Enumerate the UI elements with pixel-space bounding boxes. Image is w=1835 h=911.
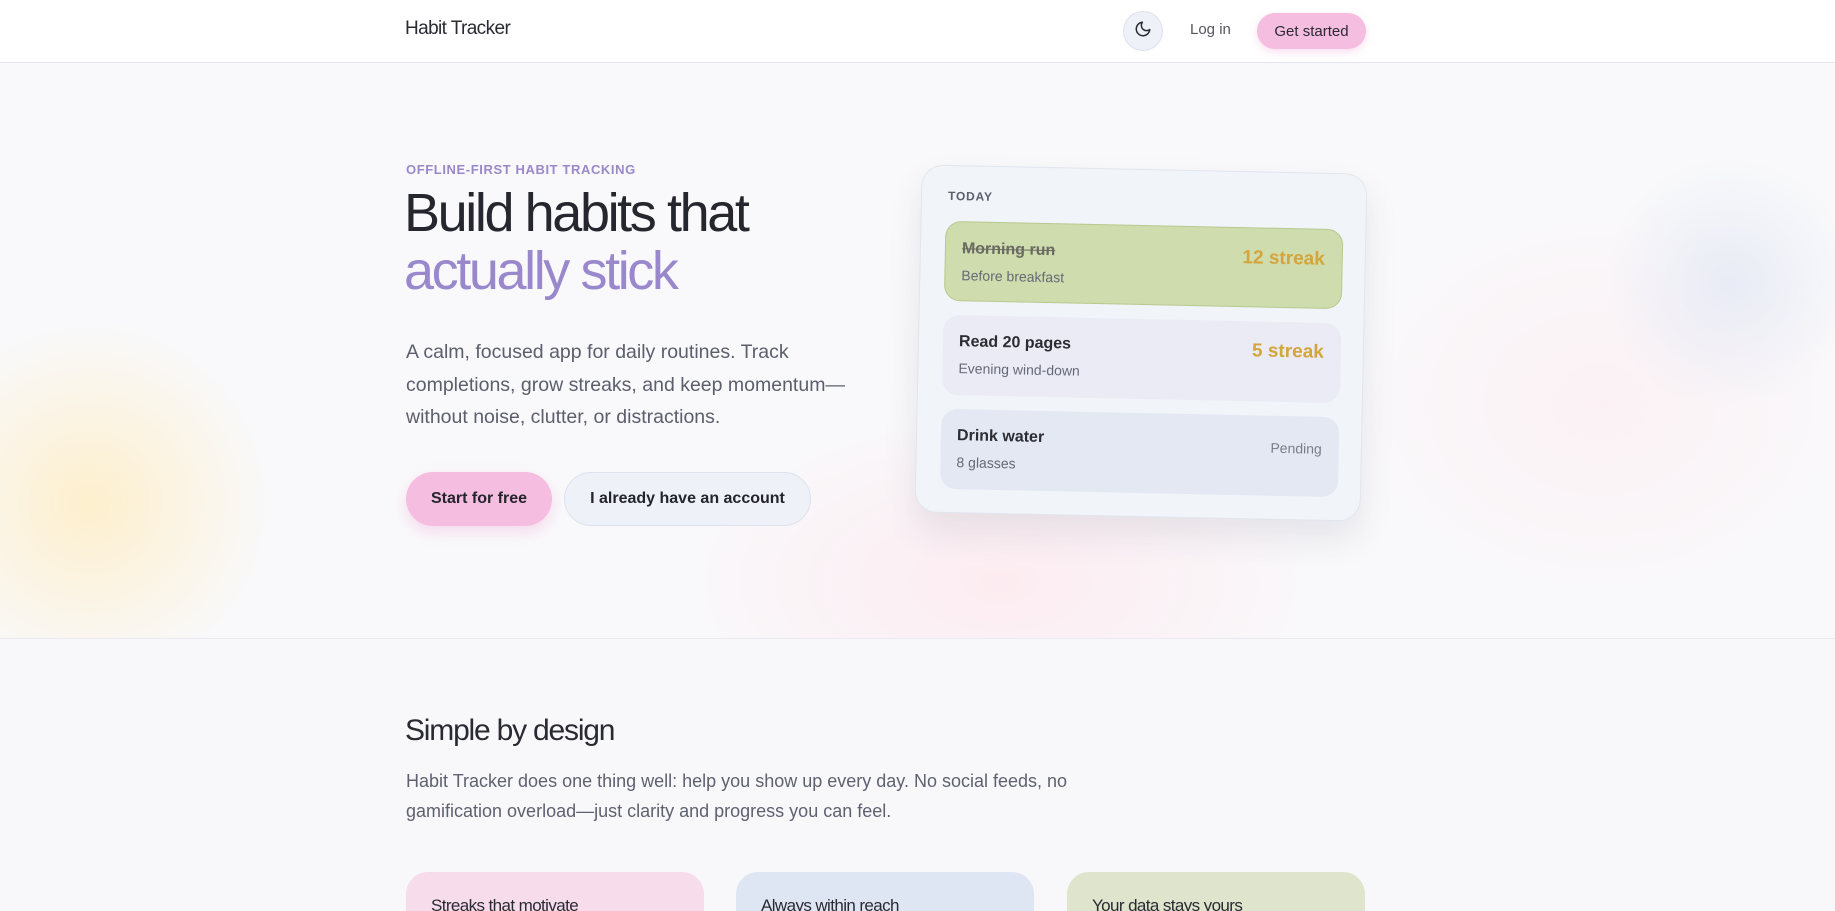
have-account-button[interactable]: I already have an account <box>564 472 811 526</box>
streak-badge: 12 streak <box>1242 247 1326 270</box>
streak-badge: 5 streak <box>1251 340 1325 363</box>
habit-title: Morning run <box>961 240 1056 260</box>
habit-subtitle: Before breakfast <box>961 267 1065 286</box>
hero-eyebrow: OFFLINE-FIRST HABIT TRACKING <box>406 162 636 177</box>
habit-subtitle: 8 glasses <box>956 454 1016 472</box>
habit-item-drink-water[interactable]: Drink water 8 glasses Pending <box>939 408 1340 498</box>
feature-title: Streaks that motivate <box>431 896 579 911</box>
section-description: Habit Tracker does one thing well: help … <box>406 771 1068 821</box>
hero-title-line-1: Build habits that <box>404 183 750 243</box>
feature-title: Always within reach <box>761 896 899 911</box>
habit-subtitle: Evening wind-down <box>958 360 1080 379</box>
habit-item-morning-run[interactable]: Morning run Before breakfast 12 streak <box>943 220 1344 310</box>
today-preview-card: TODAY Morning run Before breakfast 12 st… <box>914 164 1368 522</box>
top-navbar: Habit Tracker Log in Get started <box>0 0 1835 63</box>
section-title: Simple by design <box>405 714 615 747</box>
pending-status: Pending <box>1270 439 1322 457</box>
card-label: TODAY <box>947 188 993 204</box>
hero-section: OFFLINE-FIRST HABIT TRACKING Build habit… <box>0 63 1835 639</box>
feature-card-reach: Always within reach <box>736 872 1034 911</box>
start-free-button[interactable]: Start for free <box>406 472 552 526</box>
habit-item-read-pages[interactable]: Read 20 pages Evening wind-down 5 streak <box>941 314 1342 404</box>
moon-icon <box>1134 20 1152 43</box>
feature-card-data: Your data stays yours <box>1067 872 1365 911</box>
login-link[interactable]: Log in <box>1190 21 1231 38</box>
habit-title: Read 20 pages <box>958 333 1072 353</box>
feature-card-streaks: Streaks that motivate <box>406 872 704 911</box>
hero-title-line-2: actually stick <box>404 241 679 301</box>
brand-logo[interactable]: Habit Tracker <box>405 18 511 40</box>
hero-lead-text: A calm, focused app for daily routines. … <box>406 341 845 428</box>
theme-toggle-button[interactable] <box>1123 11 1163 51</box>
feature-title: Your data stays yours <box>1092 896 1243 911</box>
get-started-button[interactable]: Get started <box>1257 13 1366 49</box>
habit-title: Drink water <box>956 427 1045 446</box>
